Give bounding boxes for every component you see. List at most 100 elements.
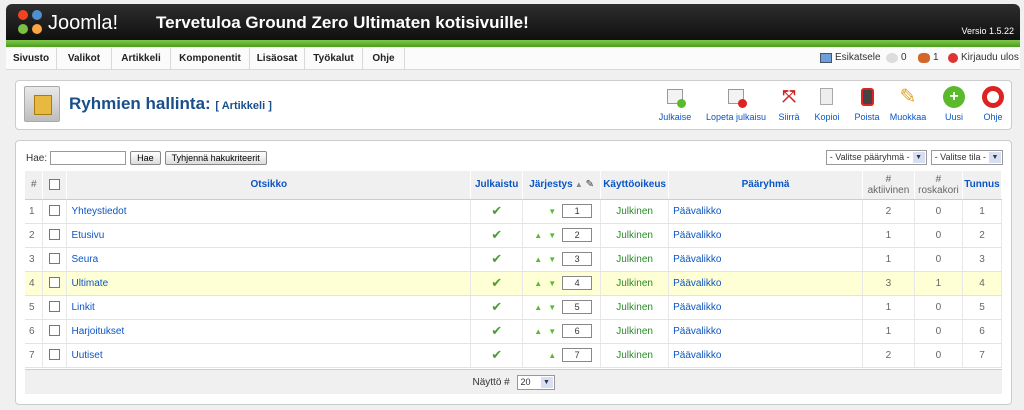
menu-extensions[interactable]: Lisäosat	[250, 48, 305, 70]
preview-link[interactable]: Esikatsele	[820, 52, 881, 63]
published-check-icon[interactable]: ✔	[491, 323, 502, 338]
order-input[interactable]: 5	[562, 300, 593, 314]
logout-link[interactable]: Kirjaudu ulos	[948, 52, 1019, 63]
access-link[interactable]: Julkinen	[616, 350, 653, 361]
access-link[interactable]: Julkinen	[616, 326, 653, 337]
menu-help[interactable]: Ohje	[363, 48, 405, 70]
row-id: 5	[962, 295, 1003, 320]
display-label: Näyttö #	[472, 377, 510, 388]
order-input[interactable]: 4	[562, 276, 593, 290]
menu-menus[interactable]: Valikot	[57, 48, 112, 70]
parent-link[interactable]: Päävalikko	[673, 278, 721, 289]
row-checkbox[interactable]	[49, 277, 61, 289]
move-up-icon[interactable]: ▲	[534, 303, 542, 312]
menu-components[interactable]: Komponentit	[171, 48, 250, 70]
column-order[interactable]: Järjestys ▲ ✎	[522, 171, 602, 200]
move-up-icon[interactable]: ▲	[534, 255, 542, 264]
column-parent[interactable]: Pääryhmä	[668, 171, 863, 200]
users-indicator[interactable]: 1	[918, 52, 939, 63]
version-label: Versio 1.5.22	[961, 26, 1014, 36]
order-input[interactable]: 1	[562, 204, 593, 218]
row-title-link[interactable]: Ultimate	[71, 278, 108, 289]
unpublish-button[interactable]: Lopeta julkaisu	[703, 84, 769, 128]
menu-tools[interactable]: Työkalut	[305, 48, 363, 70]
save-order-icon[interactable]: ✎	[583, 179, 594, 190]
row-access-cell: Julkinen	[600, 247, 670, 272]
row-checkbox[interactable]	[49, 349, 61, 361]
order-input[interactable]: 3	[562, 252, 593, 266]
move-down-icon[interactable]: ▼	[548, 327, 556, 336]
column-access[interactable]: Käyttöoikeus	[600, 171, 670, 200]
access-link[interactable]: Julkinen	[616, 278, 653, 289]
row-checkbox[interactable]	[49, 229, 61, 241]
delete-button[interactable]: Poista	[851, 84, 883, 128]
move-up-icon[interactable]: ▲	[534, 327, 542, 336]
messages-indicator[interactable]: 0	[886, 52, 907, 63]
row-title-link[interactable]: Uutiset	[71, 350, 102, 361]
copy-button[interactable]: Kopioi	[810, 84, 844, 128]
row-title-link[interactable]: Yhteystiedot	[71, 206, 126, 217]
search-button[interactable]: Hae	[130, 151, 161, 165]
parent-link[interactable]: Päävalikko	[673, 230, 721, 241]
access-link[interactable]: Julkinen	[616, 206, 653, 217]
order-input[interactable]: 6	[562, 324, 593, 338]
filter-input[interactable]	[50, 151, 127, 165]
filter-row: Hae: Hae Tyhjennä hakukriteerit	[26, 151, 271, 165]
display-limit-select[interactable]: 20 ▼	[516, 374, 555, 390]
row-checkbox[interactable]	[49, 301, 61, 313]
row-checkbox[interactable]	[49, 253, 61, 265]
parent-link[interactable]: Päävalikko	[673, 254, 721, 265]
move-down-icon[interactable]: ▼	[548, 231, 556, 240]
edit-button[interactable]: ✎ Muokkaa	[888, 84, 928, 128]
move-down-icon[interactable]: ▼	[548, 303, 556, 312]
parent-link[interactable]: Päävalikko	[673, 206, 721, 217]
move-up-icon[interactable]: ▲	[534, 279, 542, 288]
column-published[interactable]: Julkaistu	[470, 171, 524, 200]
parent-filter-select[interactable]: - Valitse pääryhmä - ▼	[825, 150, 927, 165]
move-down-icon[interactable]: ▼	[548, 255, 556, 264]
row-checkbox[interactable]	[49, 205, 61, 217]
move-down-icon[interactable]: ▼	[548, 279, 556, 288]
new-button[interactable]: + Uusi	[936, 84, 972, 128]
menu-content[interactable]: Artikkeli	[112, 48, 171, 70]
order-input[interactable]: 7	[562, 348, 593, 362]
row-parent-cell: Päävalikko	[668, 343, 863, 368]
unpublish-label: Lopeta julkaisu	[705, 112, 767, 122]
column-title[interactable]: Otsikko	[66, 171, 472, 200]
select-all-checkbox[interactable]	[49, 179, 61, 191]
published-check-icon[interactable]: ✔	[491, 299, 502, 314]
row-title-link[interactable]: Etusivu	[71, 230, 104, 241]
row-title-link[interactable]: Seura	[71, 254, 98, 265]
row-access-cell: Julkinen	[600, 199, 670, 224]
row-id: 3	[962, 247, 1003, 272]
state-filter-select[interactable]: - Valitse tila - ▼	[930, 150, 1003, 165]
published-check-icon[interactable]: ✔	[491, 203, 502, 218]
move-up-icon[interactable]: ▲	[548, 351, 556, 360]
row-parent-cell: Päävalikko	[668, 199, 863, 224]
menu-site[interactable]: Sivusto	[6, 48, 57, 70]
published-check-icon[interactable]: ✔	[491, 251, 502, 266]
copy-label: Kopioi	[814, 112, 840, 122]
row-active-count: 1	[862, 247, 915, 272]
publish-button[interactable]: Julkaise	[652, 84, 698, 128]
row-checkbox[interactable]	[49, 325, 61, 337]
move-button[interactable]: ⤧ Siirrä	[774, 84, 804, 128]
move-down-icon[interactable]: ▼	[548, 207, 556, 216]
published-check-icon[interactable]: ✔	[491, 227, 502, 242]
order-input[interactable]: 2	[562, 228, 593, 242]
column-id[interactable]: Tunnus	[962, 171, 1003, 200]
active-hash: #	[885, 173, 892, 185]
reset-button[interactable]: Tyhjennä hakukriteerit	[164, 151, 267, 165]
parent-link[interactable]: Päävalikko	[673, 326, 721, 337]
row-title-link[interactable]: Linkit	[71, 302, 94, 313]
access-link[interactable]: Julkinen	[616, 302, 653, 313]
parent-link[interactable]: Päävalikko	[673, 350, 721, 361]
parent-link[interactable]: Päävalikko	[673, 302, 721, 313]
access-link[interactable]: Julkinen	[616, 230, 653, 241]
published-check-icon[interactable]: ✔	[491, 347, 502, 362]
help-button[interactable]: Ohje	[978, 84, 1008, 128]
access-link[interactable]: Julkinen	[616, 254, 653, 265]
move-up-icon[interactable]: ▲	[534, 231, 542, 240]
row-title-link[interactable]: Harjoitukset	[71, 326, 124, 337]
published-check-icon[interactable]: ✔	[491, 275, 502, 290]
